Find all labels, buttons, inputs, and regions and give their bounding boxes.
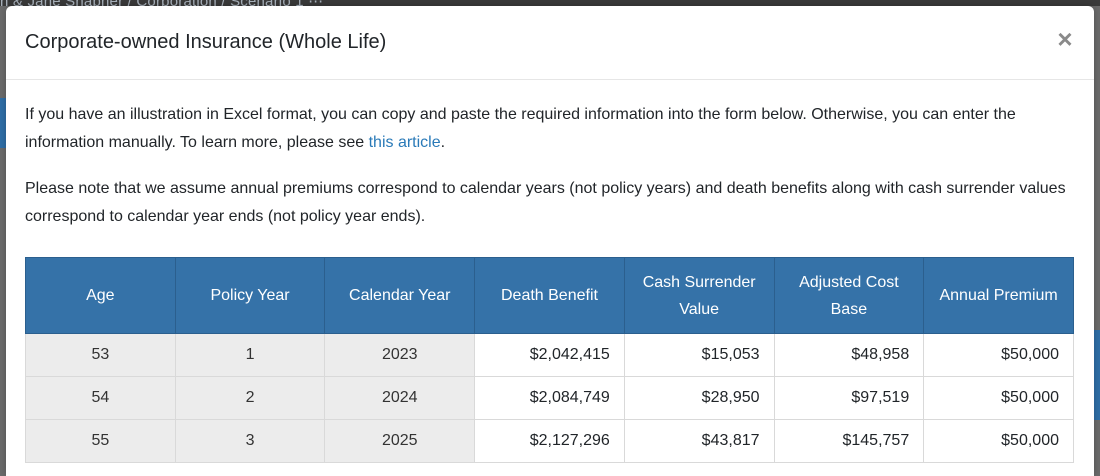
intro-paragraph: If you have an illustration in Excel for… (25, 80, 1075, 157)
note-paragraph: Please note that we assume annual premiu… (25, 180, 1066, 225)
table-row: 55 3 2025 $2,127,296 $43,817 $145,757 $5… (25, 419, 1074, 463)
modal-header: Corporate-owned Insurance (Whole Life) × (6, 6, 1094, 80)
annual-premium-input[interactable]: $50,000 (923, 333, 1074, 377)
column-header-adjusted-cost-base: Adjusted Cost Base (773, 257, 925, 334)
modal-body: If you have an illustration in Excel for… (6, 80, 1094, 231)
adjusted-cost-base-input[interactable]: $48,958 (773, 333, 925, 377)
table-row: 54 2 2024 $2,084,749 $28,950 $97,519 $50… (25, 376, 1074, 420)
age-cell: 54 (25, 376, 176, 420)
cash-surrender-value-input[interactable]: $15,053 (623, 333, 775, 377)
cash-surrender-value-input[interactable]: $43,817 (623, 419, 775, 463)
insurance-modal: Corporate-owned Insurance (Whole Life) ×… (6, 6, 1094, 476)
intro-text-end: . (440, 134, 446, 151)
death-benefit-input[interactable]: $2,084,749 (474, 376, 625, 420)
illustration-table: Age Policy Year Calendar Year Death Bene… (25, 257, 1074, 463)
adjusted-cost-base-input[interactable]: $145,757 (773, 419, 925, 463)
column-header-cash-surrender-value: Cash Surrender Value (623, 257, 775, 334)
column-header-death-benefit: Death Benefit (474, 257, 625, 334)
age-cell: 53 (25, 333, 176, 377)
intro-text: If you have an illustration in Excel for… (25, 106, 1016, 151)
learn-more-link[interactable]: this article (369, 134, 441, 151)
calendar-year-cell: 2024 (324, 376, 476, 420)
modal-title: Corporate-owned Insurance (Whole Life) (25, 31, 387, 53)
close-icon[interactable]: × (1054, 26, 1076, 52)
policy-year-cell: 2 (174, 376, 326, 420)
death-benefit-input[interactable]: $2,042,415 (474, 333, 625, 377)
column-header-policy-year: Policy Year (174, 257, 326, 334)
column-header-annual-premium: Annual Premium (923, 257, 1074, 334)
table-header-row: Age Policy Year Calendar Year Death Bene… (25, 257, 1074, 334)
backdrop-right-edge (1094, 330, 1100, 420)
annual-premium-input[interactable]: $50,000 (923, 376, 1074, 420)
cash-surrender-value-input[interactable]: $28,950 (623, 376, 775, 420)
adjusted-cost-base-input[interactable]: $97,519 (773, 376, 925, 420)
policy-year-cell: 3 (174, 419, 326, 463)
policy-year-cell: 1 (174, 333, 326, 377)
calendar-year-cell: 2023 (324, 333, 476, 377)
column-header-age: Age (25, 257, 176, 334)
death-benefit-input[interactable]: $2,127,296 (474, 419, 625, 463)
age-cell: 55 (25, 419, 176, 463)
column-header-calendar-year: Calendar Year (324, 257, 476, 334)
annual-premium-input[interactable]: $50,000 (923, 419, 1074, 463)
calendar-year-cell: 2025 (324, 419, 476, 463)
table-row: 53 1 2023 $2,042,415 $15,053 $48,958 $50… (25, 333, 1074, 377)
